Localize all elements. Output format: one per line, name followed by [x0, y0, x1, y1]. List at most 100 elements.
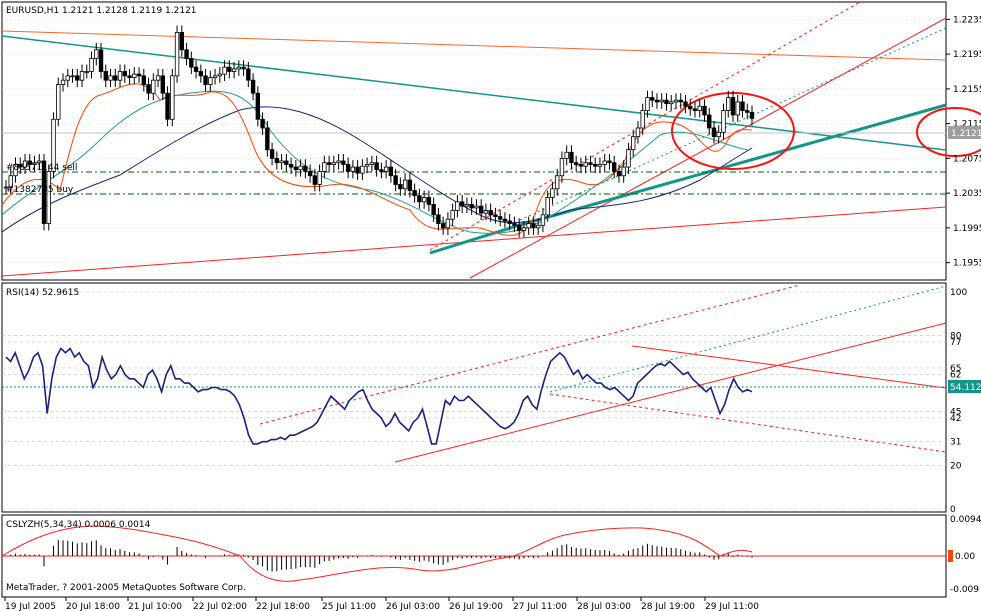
cslyzh-tick-top: 0.0094 — [950, 515, 981, 525]
candle-body — [179, 32, 185, 51]
candle-body — [46, 171, 51, 224]
candle-body — [227, 66, 232, 72]
candle-body — [531, 223, 536, 229]
time-tick-label: 28 Jul 19:00 — [641, 602, 695, 611]
time-tick-label: 21 Jul 10:00 — [128, 602, 182, 611]
candle-body — [203, 75, 208, 85]
candle-body — [341, 160, 346, 165]
candle-body — [117, 71, 123, 81]
candle-body — [417, 195, 422, 203]
candle-body — [193, 66, 199, 72]
candle-body — [631, 136, 636, 151]
candle-body — [98, 49, 104, 72]
candle-body — [274, 157, 280, 164]
candle-body — [284, 160, 289, 165]
candle-body — [735, 101, 740, 116]
candle-body — [151, 79, 156, 94]
candle-body — [122, 71, 127, 77]
candle-body — [246, 68, 251, 81]
cslyzh-title: CSLYZH(5,34,34) 0.0006 0.0014 — [6, 520, 151, 530]
candle-body — [650, 97, 655, 101]
rsi-tick-label: 100 — [950, 288, 967, 298]
candle-body — [502, 218, 508, 222]
candle-body — [379, 169, 384, 172]
candle-body — [431, 204, 436, 216]
candle-body — [317, 171, 322, 185]
price-tick-label: 1.2235 — [953, 15, 981, 25]
rsi-tick-label: 31 — [950, 438, 961, 448]
candle-body — [293, 166, 299, 171]
candle-body — [250, 79, 256, 94]
candle-body — [369, 162, 375, 165]
candle-body — [160, 75, 166, 94]
candle-body — [79, 71, 85, 81]
time-tick-label: 19 Jul 2005 — [5, 602, 56, 611]
chart-canvas: EURUSD,H1 1.2121 1.2128 1.2119 1.2121 #8… — [0, 0, 981, 611]
candle-body — [132, 73, 137, 78]
candle-body — [360, 165, 365, 174]
candle-body — [559, 157, 565, 177]
candle-body — [279, 160, 284, 164]
candle-body — [184, 49, 189, 59]
candle-body — [497, 216, 503, 220]
candle-body — [607, 160, 612, 164]
candle-body — [635, 127, 641, 138]
candle-body — [388, 166, 394, 177]
candle-body — [578, 164, 584, 167]
candle-body — [56, 84, 61, 120]
candle-body — [208, 77, 213, 85]
candle-body — [174, 32, 180, 77]
candle-body — [512, 223, 517, 226]
candle-body — [588, 162, 593, 165]
rsi-title: RSI(14) 52.9615 — [6, 288, 79, 298]
candle-body — [440, 223, 446, 229]
candle-body — [664, 99, 669, 105]
candle-body — [745, 110, 750, 113]
rsi-tick-label: 20 — [950, 462, 962, 472]
candle-body — [260, 118, 265, 129]
candle-body — [711, 127, 717, 138]
candle-body — [478, 205, 484, 214]
candle-body — [103, 71, 108, 81]
candle-body — [412, 190, 417, 197]
candle-body — [673, 99, 679, 103]
candle-body — [127, 75, 132, 78]
candle-body — [231, 68, 237, 72]
candle-body — [383, 166, 389, 172]
candle-body — [94, 49, 99, 59]
candle-body — [75, 75, 80, 81]
price-tick-label: 1.2035 — [953, 189, 981, 199]
candle-body — [288, 164, 294, 168]
candle-body — [602, 160, 607, 165]
candle-body — [189, 58, 194, 68]
candle-body — [592, 164, 598, 167]
order-label-sell: #86571144 sell — [6, 163, 77, 173]
price-tick-label: 1.1995 — [953, 224, 981, 234]
candle-body — [307, 171, 313, 177]
candle-body — [355, 166, 360, 174]
candle-body — [374, 162, 379, 171]
candle-body — [645, 97, 650, 111]
time-tick-label: 25 Jul 11:00 — [322, 602, 376, 611]
candle-body — [113, 75, 118, 81]
rsi-panel — [1, 282, 947, 513]
candle-body — [445, 218, 451, 229]
candle-body — [298, 165, 303, 171]
candle-body — [554, 175, 560, 190]
candle-body — [426, 197, 432, 205]
candle-body — [507, 220, 512, 224]
candle-body — [474, 205, 479, 209]
candle-body — [217, 73, 223, 77]
candle-body — [659, 99, 664, 103]
candle-body — [421, 197, 427, 203]
candle-body — [483, 210, 489, 214]
candle-body — [749, 111, 755, 119]
candle-body — [459, 201, 465, 207]
candle-body — [398, 184, 403, 190]
candle-body — [540, 214, 546, 226]
price-tick-label: 1.2075 — [953, 154, 981, 164]
candle-body — [721, 110, 726, 133]
candle-body — [393, 175, 398, 185]
candle-body — [564, 151, 569, 159]
candle-body — [464, 204, 470, 207]
